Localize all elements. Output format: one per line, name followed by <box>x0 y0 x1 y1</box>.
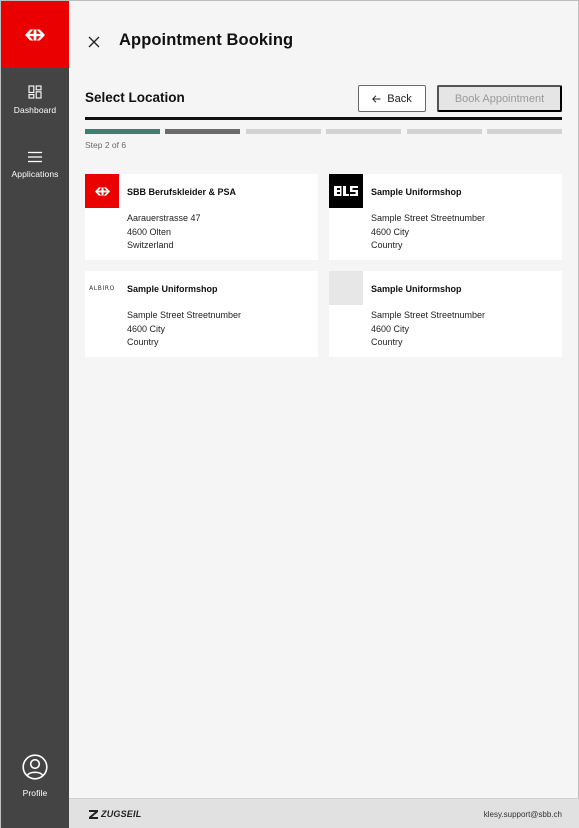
sbb-logo[interactable] <box>1 1 69 68</box>
sidebar-item-label: Profile <box>22 788 48 798</box>
location-address: Sample Street Streetnumber 4600 City Cou… <box>371 309 485 350</box>
sbb-logo-icon <box>25 29 45 40</box>
location-name: Sample Uniformshop <box>371 187 462 197</box>
location-card[interactable]: ALBIRO Sample Uniformshop Sample Street … <box>85 271 318 357</box>
address-city: 4600 Olten <box>127 226 172 237</box>
user-icon <box>22 754 48 780</box>
address-city: 4600 City <box>127 323 166 334</box>
sidebar: Dashboard Applications Profile <box>1 1 69 828</box>
address-city: 4600 City <box>371 323 410 334</box>
sbb-logo-icon <box>94 186 110 196</box>
step-indicator: Step 2 of 6 <box>85 140 127 150</box>
step-progress-bar <box>85 129 563 134</box>
placeholder-logo <box>329 271 363 305</box>
progress-segment <box>245 129 321 134</box>
back-button[interactable]: Back <box>358 85 426 112</box>
close-icon[interactable] <box>87 35 101 49</box>
sidebar-item-dashboard[interactable]: Dashboard <box>1 85 69 115</box>
progress-segment <box>487 129 563 134</box>
back-button-label: Back <box>387 92 412 105</box>
arrow-left-icon <box>372 94 381 103</box>
location-card[interactable]: SBB Berufskleider & PSA Aarauerstrasse 4… <box>85 174 318 260</box>
address-country: Switzerland <box>127 240 174 251</box>
footer: ZUGSEIL klesy.support@sbb.ch <box>69 798 579 828</box>
location-address: Aarauerstrasse 47 4600 Olten Switzerland <box>127 212 201 253</box>
address-street: Sample Street Streetnumber <box>371 310 486 320</box>
location-name: Sample Uniformshop <box>127 284 218 294</box>
progress-segment <box>326 129 402 134</box>
address-country: Country <box>371 337 403 348</box>
address-country: Country <box>127 337 159 348</box>
page-title: Appointment Booking <box>119 31 294 49</box>
zugseil-logo: ZUGSEIL <box>89 809 141 819</box>
albiro-logo: ALBIRO <box>85 271 119 305</box>
zugseil-icon <box>89 809 98 819</box>
progress-segment <box>406 129 482 134</box>
menu-icon <box>28 151 42 163</box>
sbb-logo <box>85 174 119 208</box>
location-name: SBB Berufskleider & PSA <box>127 187 237 197</box>
progress-segment <box>165 129 241 134</box>
sidebar-item-label: Applications <box>11 169 59 179</box>
book-appointment-label: Book Appointment <box>454 92 545 105</box>
progress-segment <box>85 129 161 134</box>
app-frame: Dashboard Applications Profile Appointme… <box>0 0 579 828</box>
albiro-logo-text: ALBIRO <box>89 284 115 292</box>
sidebar-item-applications[interactable]: Applications <box>1 151 69 179</box>
footer-brand: ZUGSEIL <box>101 809 142 819</box>
location-name: Sample Uniformshop <box>371 284 462 294</box>
support-email-link[interactable]: klesy.support@sbb.ch <box>484 810 562 819</box>
location-address: Sample Street Streetnumber 4600 City Cou… <box>127 309 241 350</box>
sidebar-item-profile[interactable]: Profile <box>1 754 69 798</box>
dashboard-icon <box>28 85 42 99</box>
location-card[interactable]: Sample Uniformshop Sample Street Streetn… <box>329 174 562 260</box>
sidebar-item-label: Dashboard <box>13 105 57 115</box>
address-country: Country <box>371 240 403 251</box>
book-appointment-button[interactable]: Book Appointment <box>437 85 562 112</box>
address-street: Aarauerstrasse 47 <box>127 213 201 223</box>
location-address: Sample Street Streetnumber 4600 City Cou… <box>371 212 485 253</box>
address-street: Sample Street Streetnumber <box>371 213 486 223</box>
address-street: Sample Street Streetnumber <box>127 310 242 320</box>
section-title: Select Location <box>85 90 185 105</box>
header-divider <box>85 117 562 120</box>
address-city: 4600 City <box>371 226 410 237</box>
bls-logo-icon <box>332 184 360 198</box>
location-card[interactable]: Sample Uniformshop Sample Street Streetn… <box>329 271 562 357</box>
bls-logo <box>329 174 363 208</box>
